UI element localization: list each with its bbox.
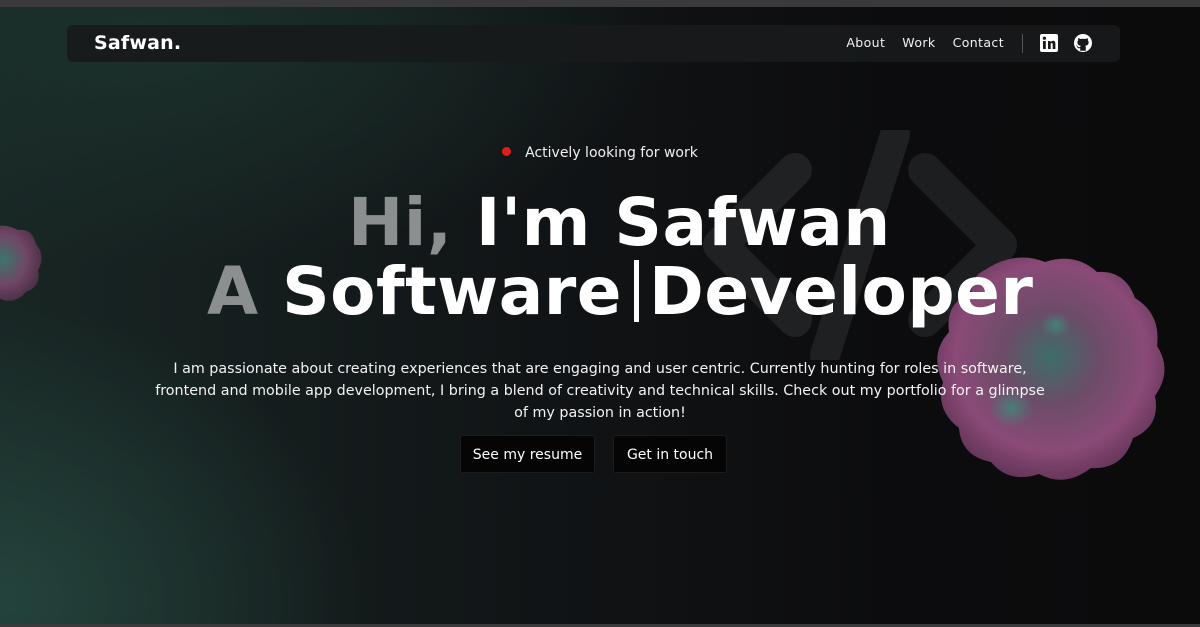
greeting-text: Hi,: [348, 184, 453, 261]
status-text: Actively looking for work: [525, 145, 698, 161]
nav-link-contact[interactable]: Contact: [953, 35, 1004, 50]
hero-headline-line1: Hi, I'm Safwan: [348, 184, 891, 261]
blob-decoration-left: [0, 225, 42, 301]
nav-link-about[interactable]: About: [846, 35, 885, 50]
navbar: Safwan. About Work Contact: [67, 25, 1120, 62]
hero-headline-line2: A Software Developer: [207, 253, 1033, 330]
status-dot-icon: [502, 147, 512, 156]
availability-status: Actively looking for work: [0, 145, 1200, 161]
article-text: A: [207, 253, 259, 330]
nav-link-work[interactable]: Work: [902, 35, 935, 50]
linkedin-icon[interactable]: [1039, 33, 1059, 53]
typing-caret: [634, 260, 640, 322]
hero-description: I am passionate about creating experienc…: [155, 361, 1045, 421]
see-resume-button[interactable]: See my resume: [460, 435, 595, 473]
portfolio-page: Safwan. About Work Contact Actively look…: [0, 0, 1200, 627]
role-word-1: Software: [282, 253, 623, 330]
name-text: I'm Safwan: [475, 184, 891, 261]
nav-divider: [1022, 34, 1023, 53]
nav-links: About Work Contact: [829, 35, 1004, 50]
role-word-2: Developer: [649, 253, 1034, 330]
site-logo[interactable]: Safwan.: [94, 32, 181, 54]
browser-top-strip: [0, 0, 1200, 7]
get-in-touch-button[interactable]: Get in touch: [613, 435, 727, 473]
github-icon[interactable]: [1073, 33, 1093, 53]
